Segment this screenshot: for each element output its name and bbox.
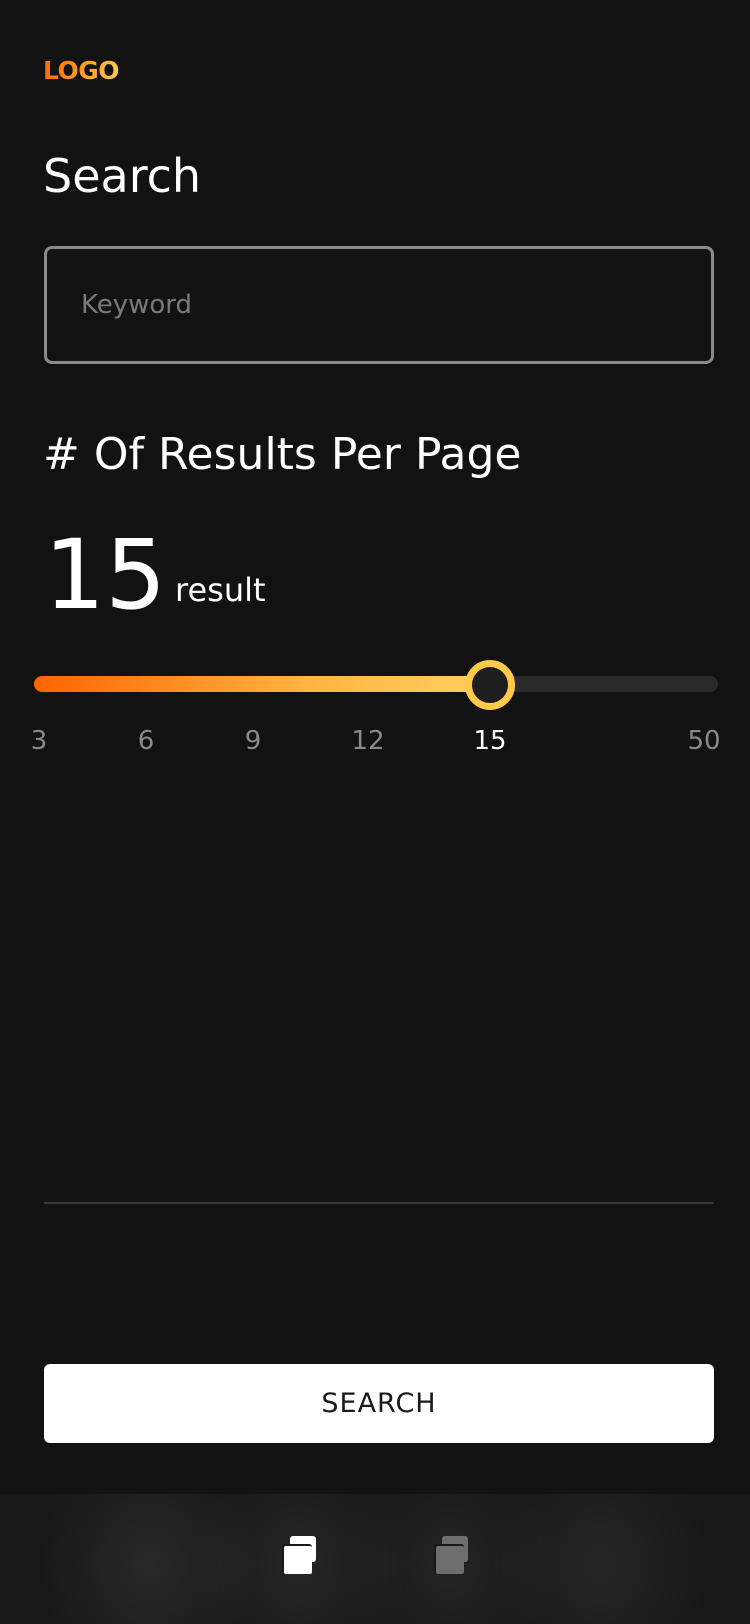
slider-tick-6: 6 (137, 726, 155, 756)
search-field[interactable] (44, 246, 714, 364)
results-per-page-value: 15 (44, 519, 167, 631)
slider-tick-12: 12 (351, 726, 385, 756)
slider-tick-15: 15 (473, 726, 507, 756)
page-title: Search (43, 149, 202, 203)
slider-tick-3: 3 (30, 726, 48, 756)
slider-thumb[interactable] (465, 660, 515, 710)
results-per-page-slider[interactable] (34, 655, 718, 715)
section-divider (44, 1202, 714, 1204)
nav-item-2[interactable] (428, 1532, 476, 1580)
keyword-input[interactable] (81, 249, 681, 361)
slider-tick-50: 50 (687, 726, 721, 756)
search-button[interactable]: SEARCH (44, 1364, 714, 1443)
slider-tick-9: 9 (244, 726, 262, 756)
bottom-navigation (0, 1494, 750, 1624)
stacked-squares-icon (282, 1536, 316, 1574)
nav-item-1[interactable] (276, 1532, 324, 1580)
stacked-squares-icon (434, 1536, 468, 1574)
results-per-page-unit: result (175, 571, 266, 609)
slider-fill (34, 676, 490, 692)
results-per-page-title: # Of Results Per Page (43, 429, 522, 480)
app-logo: LOGO (43, 56, 120, 85)
